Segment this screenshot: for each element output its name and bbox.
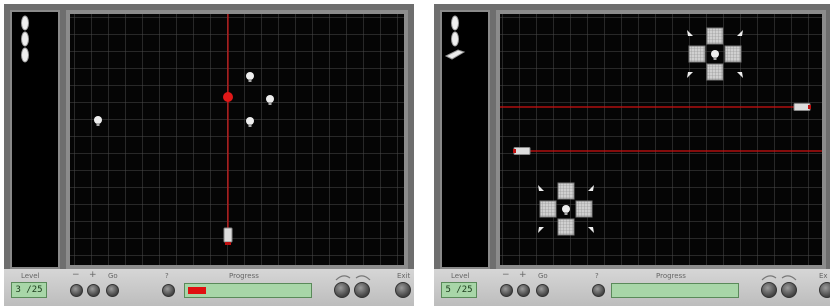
progress-bar <box>184 283 312 298</box>
level-counter: 5 /25 <box>441 282 477 298</box>
game-panel-2: Level 5 /25 − + Go ? Progress Ex <box>434 4 830 306</box>
help-label: ? <box>595 272 599 280</box>
go-button[interactable] <box>106 284 119 297</box>
laser-emitter-icon[interactable] <box>793 103 811 111</box>
exit-button[interactable] <box>819 282 830 298</box>
help-button[interactable] <box>162 284 175 297</box>
prism-piece-icon[interactable] <box>444 49 466 60</box>
rotate-right-icon <box>355 275 371 281</box>
level-up-button[interactable] <box>87 284 100 297</box>
inventory-panel <box>440 10 490 269</box>
game-board[interactable] <box>70 14 404 265</box>
rotate-left-button[interactable] <box>334 282 350 298</box>
rotate-icons <box>335 275 371 281</box>
board-frame <box>496 10 826 269</box>
mirror-piece-icon[interactable] <box>451 31 459 47</box>
minus-label: − <box>72 270 80 280</box>
exit-label: Ex <box>819 272 828 280</box>
minus-label: − <box>502 270 510 280</box>
board-grid <box>500 14 822 265</box>
level-label: Level <box>21 272 40 280</box>
go-button[interactable] <box>536 284 549 297</box>
level-down-button[interactable] <box>70 284 83 297</box>
plus-label: + <box>519 270 527 280</box>
help-label: ? <box>165 272 169 280</box>
mirror-piece-icon[interactable] <box>21 31 29 47</box>
control-bar: Level 3 /25 − + Go ? Progress Exit <box>4 269 414 306</box>
inventory-items <box>21 15 29 63</box>
board-canvas[interactable] <box>70 14 404 265</box>
rotate-icons <box>761 275 797 281</box>
plus-label: + <box>89 270 97 280</box>
help-button[interactable] <box>592 284 605 297</box>
mirror-piece-icon[interactable] <box>21 47 29 63</box>
game-board[interactable] <box>500 14 822 265</box>
progress-label: Progress <box>656 272 686 280</box>
rotate-left-icon <box>761 275 777 281</box>
mirror-piece-icon[interactable] <box>451 15 459 31</box>
board-canvas[interactable] <box>500 14 822 265</box>
rotate-right-button[interactable] <box>781 282 797 298</box>
laser-emitter-icon[interactable] <box>513 147 531 155</box>
rotate-left-icon <box>335 275 351 281</box>
rotate-right-icon <box>781 275 797 281</box>
board-frame <box>66 10 408 269</box>
rotate-right-button[interactable] <box>354 282 370 298</box>
progress-fill <box>188 287 206 294</box>
level-up-button[interactable] <box>517 284 530 297</box>
progress-label: Progress <box>229 272 259 280</box>
board-grid <box>70 14 404 265</box>
laser-target-hit <box>223 92 233 102</box>
inventory-panel <box>10 10 60 269</box>
laser-emitter-icon[interactable] <box>223 227 233 245</box>
progress-bar <box>611 283 739 298</box>
level-down-button[interactable] <box>500 284 513 297</box>
go-label: Go <box>108 272 118 280</box>
exit-button[interactable] <box>395 282 411 298</box>
control-bar: Level 5 /25 − + Go ? Progress Ex <box>434 269 830 306</box>
rotate-left-button[interactable] <box>761 282 777 298</box>
inventory-items <box>444 15 466 60</box>
game-panel-1: Level 3 /25 − + Go ? Progress Exit <box>4 4 414 306</box>
level-label: Level <box>451 272 470 280</box>
go-label: Go <box>538 272 548 280</box>
mirror-piece-icon[interactable] <box>21 15 29 31</box>
exit-label: Exit <box>397 272 411 280</box>
level-counter: 3 /25 <box>11 282 47 298</box>
